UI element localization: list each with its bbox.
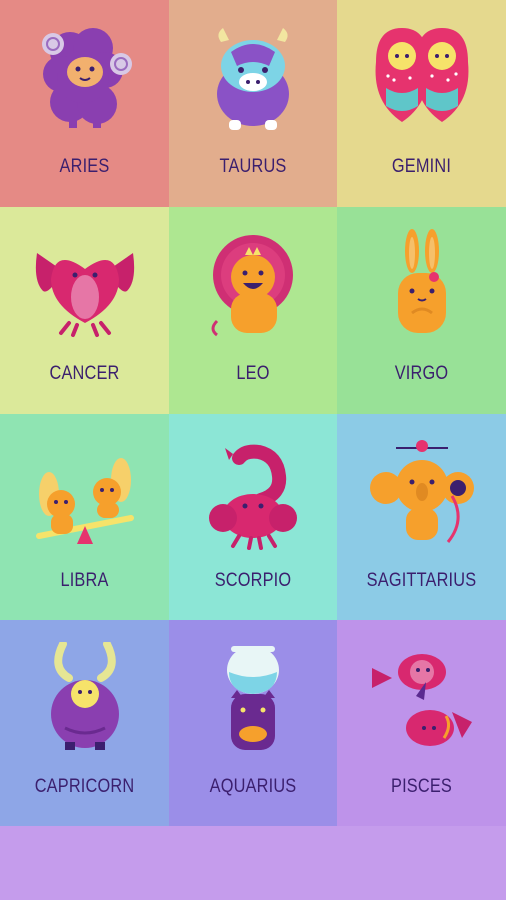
tile-cancer[interactable]: CANCER — [0, 207, 169, 414]
ram-icon — [41, 28, 132, 128]
empty-bottom-area — [0, 826, 506, 900]
sign-label-scorpio: SCORPIO — [214, 570, 292, 591]
sign-label-capricorn: CAPRICORN — [34, 776, 135, 797]
tile-sagittarius[interactable]: SAGITTARIUS — [337, 414, 506, 620]
tile-leo[interactable]: LEO — [169, 207, 337, 414]
bunny-icon — [397, 229, 446, 333]
tile-pisces[interactable]: PISCES — [337, 620, 506, 826]
tile-aquarius[interactable]: AQUARIUS — [169, 620, 337, 826]
sign-label-aries: ARIES — [59, 156, 110, 177]
fish-icon — [371, 654, 472, 746]
cat-fishbowl-icon — [227, 646, 279, 750]
goat-icon — [50, 642, 119, 750]
tile-libra[interactable]: LIBRA — [0, 414, 169, 620]
sign-label-libra: LIBRA — [60, 570, 109, 591]
tile-capricorn[interactable]: CAPRICORN — [0, 620, 169, 826]
sign-label-aquarius: AQUARIUS — [209, 776, 297, 797]
lion-icon — [211, 235, 293, 337]
sign-label-taurus: TAURUS — [219, 156, 287, 177]
sign-label-leo: LEO — [236, 363, 270, 384]
tile-taurus[interactable]: TAURUS — [169, 0, 337, 207]
sign-label-virgo: VIRGO — [394, 363, 449, 384]
tile-aries[interactable]: ARIES — [0, 0, 169, 207]
bull-icon — [217, 28, 289, 130]
tile-gemini[interactable]: GEMINI — [337, 0, 506, 207]
twins-icon — [375, 28, 468, 122]
sign-label-pisces: PISCES — [391, 776, 452, 797]
sign-label-cancer: CANCER — [49, 363, 120, 384]
sign-label-sagittarius: SAGITTARIUS — [366, 570, 477, 591]
tile-scorpio[interactable]: SCORPIO — [169, 414, 337, 620]
squirrels-seesaw-icon — [35, 458, 134, 544]
sign-label-gemini: GEMINI — [391, 156, 452, 177]
zodiac-grid: ARIES TAURUS GEMINI CANCER LEO VIRGO LIB… — [0, 0, 506, 826]
crab-icon — [35, 253, 134, 337]
tile-virgo[interactable]: VIRGO — [337, 207, 506, 414]
koala-archer-icon — [369, 440, 474, 543]
scorpion-icon — [209, 444, 297, 550]
